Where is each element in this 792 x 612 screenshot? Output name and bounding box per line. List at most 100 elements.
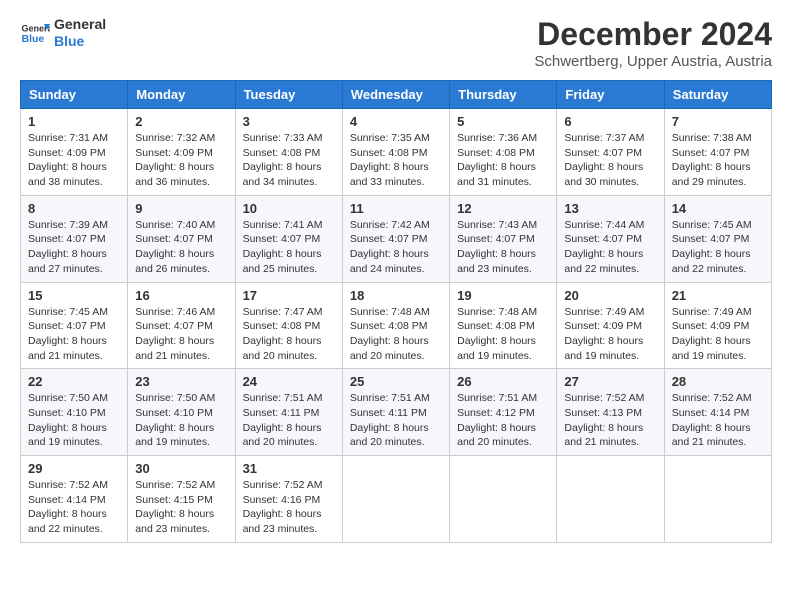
calendar-cell: 25 Sunrise: 7:51 AMSunset: 4:11 PMDayligh… [342,369,449,456]
day-number: 5 [457,114,549,129]
calendar-cell [557,456,664,543]
day-number: 15 [28,288,120,303]
week-row: 8 Sunrise: 7:39 AMSunset: 4:07 PMDaylight… [21,195,772,282]
day-info: Sunrise: 7:46 AMSunset: 4:07 PMDaylight:… [135,305,227,364]
day-info: Sunrise: 7:49 AMSunset: 4:09 PMDaylight:… [672,305,764,364]
day-number: 23 [135,374,227,389]
calendar-cell: 18 Sunrise: 7:48 AMSunset: 4:08 PMDayligh… [342,282,449,369]
calendar-cell: 19 Sunrise: 7:48 AMSunset: 4:08 PMDayligh… [450,282,557,369]
calendar-cell: 3 Sunrise: 7:33 AMSunset: 4:08 PMDaylight… [235,109,342,196]
calendar-cell: 20 Sunrise: 7:49 AMSunset: 4:09 PMDayligh… [557,282,664,369]
calendar-cell: 13 Sunrise: 7:44 AMSunset: 4:07 PMDayligh… [557,195,664,282]
day-number: 13 [564,201,656,216]
calendar-cell: 17Sunrise: 7:47 AMSunset: 4:08 PMDayligh… [235,282,342,369]
day-info: Sunrise: 7:51 AMSunset: 4:12 PMDaylight:… [457,391,549,450]
day-info: Sunrise: 7:43 AMSunset: 4:07 PMDaylight:… [457,218,549,277]
day-number: 27 [564,374,656,389]
calendar-cell: 16 Sunrise: 7:46 AMSunset: 4:07 PMDayligh… [128,282,235,369]
calendar-cell: 10Sunrise: 7:41 AMSunset: 4:07 PMDayligh… [235,195,342,282]
day-number: 17 [243,288,335,303]
day-info: Sunrise: 7:52 AMSunset: 4:15 PMDaylight:… [135,478,227,537]
calendar-cell: 6 Sunrise: 7:37 AMSunset: 4:07 PMDaylight… [557,109,664,196]
logo-general: General [54,16,106,33]
day-number: 19 [457,288,549,303]
calendar-cell: 30Sunrise: 7:52 AMSunset: 4:15 PMDayligh… [128,456,235,543]
calendar-cell [450,456,557,543]
title-block: December 2024 Schwertberg, Upper Austria… [534,16,772,70]
calendar-cell: 28Sunrise: 7:52 AMSunset: 4:14 PMDayligh… [664,369,771,456]
calendar-cell: 2 Sunrise: 7:32 AMSunset: 4:09 PMDaylight… [128,109,235,196]
day-number: 11 [350,201,442,216]
calendar-cell: 1Sunrise: 7:31 AMSunset: 4:09 PMDaylight… [21,109,128,196]
day-number: 20 [564,288,656,303]
day-number: 12 [457,201,549,216]
day-number: 6 [564,114,656,129]
day-number: 26 [457,374,549,389]
day-info: Sunrise: 7:48 AMSunset: 4:08 PMDaylight:… [350,305,442,364]
day-info: Sunrise: 7:32 AMSunset: 4:09 PMDaylight:… [135,131,227,190]
day-number: 25 [350,374,442,389]
day-header-saturday: Saturday [664,81,771,109]
day-number: 10 [243,201,335,216]
calendar-cell: 24 Sunrise: 7:51 AMSunset: 4:11 PMDayligh… [235,369,342,456]
calendar-cell: 31Sunrise: 7:52 AMSunset: 4:16 PMDayligh… [235,456,342,543]
day-info: Sunrise: 7:35 AMSunset: 4:08 PMDaylight:… [350,131,442,190]
day-info: Sunrise: 7:51 AMSunset: 4:11 PMDaylight:… [243,391,335,450]
day-info: Sunrise: 7:49 AMSunset: 4:09 PMDaylight:… [564,305,656,364]
calendar-cell: 27 Sunrise: 7:52 AMSunset: 4:13 PMDayligh… [557,369,664,456]
calendar-cell: 22 Sunrise: 7:50 AMSunset: 4:10 PMDayligh… [21,369,128,456]
day-info: Sunrise: 7:39 AMSunset: 4:07 PMDaylight:… [28,218,120,277]
day-header-wednesday: Wednesday [342,81,449,109]
day-header-tuesday: Tuesday [235,81,342,109]
day-number: 4 [350,114,442,129]
day-header-monday: Monday [128,81,235,109]
day-info: Sunrise: 7:52 AMSunset: 4:13 PMDaylight:… [564,391,656,450]
day-number: 2 [135,114,227,129]
day-info: Sunrise: 7:44 AMSunset: 4:07 PMDaylight:… [564,218,656,277]
day-info: Sunrise: 7:51 AMSunset: 4:11 PMDaylight:… [350,391,442,450]
calendar-cell: 21Sunrise: 7:49 AMSunset: 4:09 PMDayligh… [664,282,771,369]
calendar-cell [342,456,449,543]
week-row: 1Sunrise: 7:31 AMSunset: 4:09 PMDaylight… [21,109,772,196]
day-info: Sunrise: 7:50 AMSunset: 4:10 PMDaylight:… [28,391,120,450]
calendar-cell: 29Sunrise: 7:52 AMSunset: 4:14 PMDayligh… [21,456,128,543]
day-info: Sunrise: 7:33 AMSunset: 4:08 PMDaylight:… [243,131,335,190]
day-number: 1 [28,114,120,129]
logo: General Blue General Blue [20,16,106,50]
day-number: 29 [28,461,120,476]
day-number: 3 [243,114,335,129]
week-row: 22 Sunrise: 7:50 AMSunset: 4:10 PMDayligh… [21,369,772,456]
day-number: 18 [350,288,442,303]
day-number: 8 [28,201,120,216]
calendar-cell: 15 Sunrise: 7:45 AMSunset: 4:07 PMDayligh… [21,282,128,369]
day-info: Sunrise: 7:48 AMSunset: 4:08 PMDaylight:… [457,305,549,364]
location: Schwertberg, Upper Austria, Austria [534,53,772,70]
day-number: 31 [243,461,335,476]
day-number: 9 [135,201,227,216]
day-number: 7 [672,114,764,129]
day-info: Sunrise: 7:45 AMSunset: 4:07 PMDaylight:… [28,305,120,364]
calendar-cell: 5Sunrise: 7:36 AMSunset: 4:08 PMDaylight… [450,109,557,196]
calendar-cell: 12 Sunrise: 7:43 AMSunset: 4:07 PMDayligh… [450,195,557,282]
day-header-thursday: Thursday [450,81,557,109]
svg-text:Blue: Blue [22,33,45,45]
day-number: 14 [672,201,764,216]
calendar-cell: 11 Sunrise: 7:42 AMSunset: 4:07 PMDayligh… [342,195,449,282]
day-number: 16 [135,288,227,303]
calendar-cell: 23Sunrise: 7:50 AMSunset: 4:10 PMDayligh… [128,369,235,456]
day-info: Sunrise: 7:37 AMSunset: 4:07 PMDaylight:… [564,131,656,190]
week-row: 15 Sunrise: 7:45 AMSunset: 4:07 PMDayligh… [21,282,772,369]
calendar-cell: 4 Sunrise: 7:35 AMSunset: 4:08 PMDaylight… [342,109,449,196]
calendar-cell: 8 Sunrise: 7:39 AMSunset: 4:07 PMDaylight… [21,195,128,282]
calendar-cell [664,456,771,543]
day-info: Sunrise: 7:42 AMSunset: 4:07 PMDaylight:… [350,218,442,277]
calendar-cell: 7Sunrise: 7:38 AMSunset: 4:07 PMDaylight… [664,109,771,196]
day-header-sunday: Sunday [21,81,128,109]
day-info: Sunrise: 7:40 AMSunset: 4:07 PMDaylight:… [135,218,227,277]
day-number: 28 [672,374,764,389]
logo-blue: Blue [54,33,106,50]
day-info: Sunrise: 7:45 AMSunset: 4:07 PMDaylight:… [672,218,764,277]
day-number: 24 [243,374,335,389]
day-number: 22 [28,374,120,389]
day-header-friday: Friday [557,81,664,109]
